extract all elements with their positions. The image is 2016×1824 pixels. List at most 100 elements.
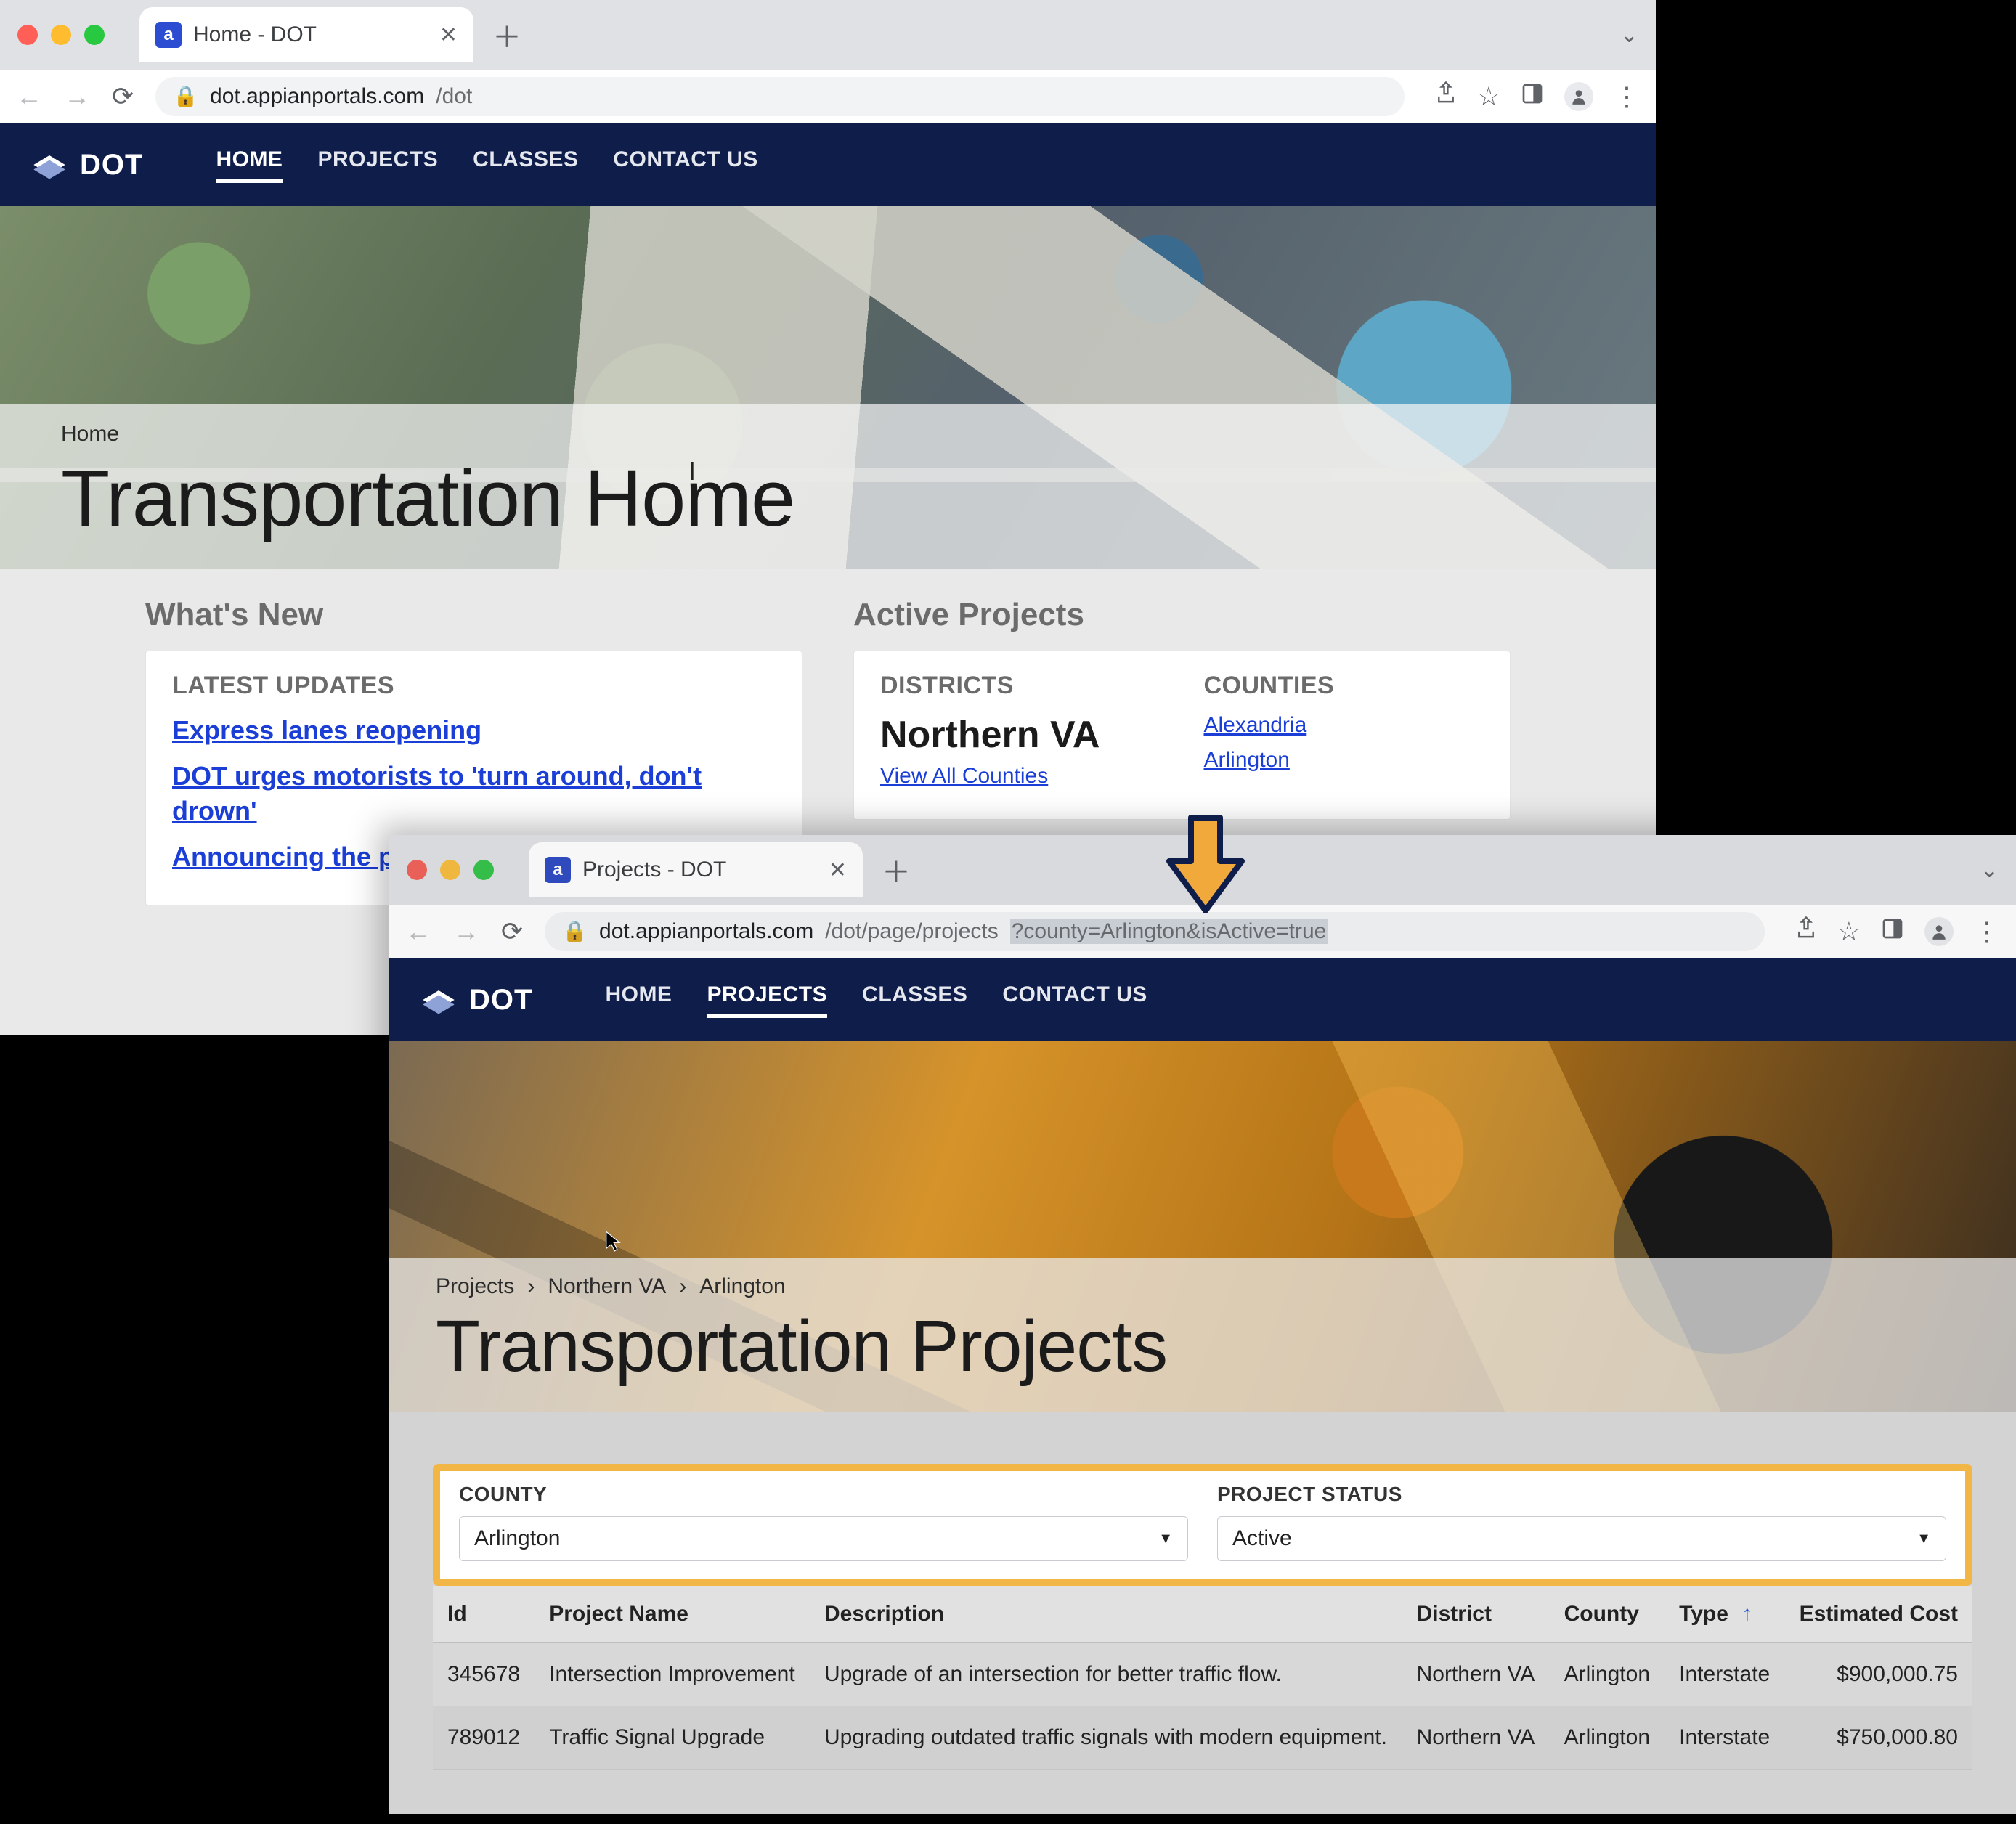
col-type[interactable]: Type ↑ bbox=[1665, 1586, 1784, 1643]
county-link[interactable]: Arlington bbox=[1204, 748, 1484, 773]
address-bar[interactable]: 🔒 dot.appianportals.com/dot/page/project… bbox=[545, 912, 1765, 951]
toolbar-actions: ☆ ⋮ bbox=[1435, 81, 1640, 112]
nav-projects[interactable]: PROJECTS bbox=[317, 147, 438, 183]
chevron-down-icon: ▼ bbox=[1917, 1531, 1931, 1547]
tab-strip: a Home - DOT ✕ ＋ ⌄ bbox=[0, 0, 1656, 70]
brand-text: DOT bbox=[80, 149, 143, 182]
window-close-icon[interactable] bbox=[17, 25, 38, 45]
kebab-menu-icon[interactable]: ⋮ bbox=[1614, 81, 1640, 112]
profile-avatar-icon[interactable] bbox=[1564, 82, 1593, 111]
table-row[interactable]: 345678 Intersection Improvement Upgrade … bbox=[433, 1643, 1972, 1706]
cell-type: Interstate bbox=[1665, 1706, 1784, 1770]
tab-overflow-icon[interactable]: ⌄ bbox=[1620, 23, 1638, 48]
site-brand[interactable]: DOT bbox=[31, 146, 143, 184]
cell-district: Northern VA bbox=[1402, 1706, 1550, 1770]
tab-close-icon[interactable]: ✕ bbox=[439, 23, 458, 48]
chevron-right-icon: › bbox=[679, 1274, 686, 1299]
side-panel-icon[interactable] bbox=[1881, 916, 1904, 947]
col-desc[interactable]: Description bbox=[810, 1586, 1402, 1643]
tab-title: Home - DOT bbox=[193, 23, 317, 47]
url-path: /dot bbox=[436, 84, 472, 109]
share-icon[interactable] bbox=[1435, 81, 1457, 112]
window-close-icon[interactable] bbox=[407, 860, 427, 880]
favicon-icon: a bbox=[545, 857, 571, 883]
districts-block: DISTRICTS Northern VA View All Counties bbox=[880, 672, 1161, 799]
county-link[interactable]: Alexandria bbox=[1204, 713, 1484, 738]
new-tab-button[interactable]: ＋ bbox=[882, 849, 911, 891]
kebab-menu-icon[interactable]: ⋮ bbox=[1974, 916, 2000, 947]
window-zoom-icon[interactable] bbox=[84, 25, 105, 45]
tab-close-icon[interactable]: ✕ bbox=[829, 858, 847, 883]
col-county[interactable]: County bbox=[1550, 1586, 1665, 1643]
col-id[interactable]: Id bbox=[433, 1586, 535, 1643]
window-minimize-icon[interactable] bbox=[440, 860, 460, 880]
brand-logo-icon bbox=[420, 981, 458, 1019]
lock-icon: 🔒 bbox=[562, 919, 588, 943]
url-host: dot.appianportals.com bbox=[210, 84, 424, 109]
site-navbar: DOT HOME PROJECTS CLASSES CONTACT US bbox=[389, 958, 2016, 1041]
counties-block: COUNTIES Alexandria Arlington bbox=[1204, 672, 1484, 799]
whats-new-heading: What's New bbox=[145, 597, 802, 633]
status-select[interactable]: Active ▼ bbox=[1217, 1516, 1946, 1561]
hero-banner: Projects › Northern VA › Arlington Trans… bbox=[389, 1041, 2016, 1412]
nav-back-icon[interactable]: ← bbox=[16, 81, 42, 112]
col-type-label: Type bbox=[1679, 1602, 1728, 1626]
county-filter-label: COUNTY bbox=[459, 1483, 1188, 1506]
profile-avatar-icon[interactable] bbox=[1924, 917, 1954, 946]
cell-name: Intersection Improvement bbox=[535, 1643, 810, 1706]
breadcrumb-item[interactable]: Arlington bbox=[699, 1274, 785, 1299]
col-name[interactable]: Project Name bbox=[535, 1586, 810, 1643]
nav-back-icon[interactable]: ← bbox=[405, 916, 431, 947]
update-link[interactable]: DOT urges motorists to 'turn around, don… bbox=[172, 759, 776, 829]
projects-table: Id Project Name Description District Cou… bbox=[433, 1586, 1972, 1770]
nav-forward-icon[interactable]: → bbox=[64, 81, 90, 112]
breadcrumb: Projects › Northern VA › Arlington bbox=[436, 1274, 1970, 1299]
window-minimize-icon[interactable] bbox=[51, 25, 71, 45]
bookmark-star-icon[interactable]: ☆ bbox=[1837, 916, 1861, 947]
hero-overlay: Projects › Northern VA › Arlington Trans… bbox=[389, 1258, 2016, 1412]
toolbar-actions: ☆ ⋮ bbox=[1795, 916, 2000, 947]
nav-contact[interactable]: CONTACT US bbox=[613, 147, 757, 183]
filter-panel: COUNTY Arlington ▼ PROJECT STATUS Active… bbox=[433, 1464, 1972, 1586]
col-district[interactable]: District bbox=[1402, 1586, 1550, 1643]
nav-home[interactable]: HOME bbox=[216, 147, 283, 183]
nav-home[interactable]: HOME bbox=[605, 982, 672, 1018]
bookmark-star-icon[interactable]: ☆ bbox=[1477, 81, 1500, 112]
table-row[interactable]: 789012 Traffic Signal Upgrade Upgrading … bbox=[433, 1706, 1972, 1770]
share-icon[interactable] bbox=[1795, 916, 1817, 947]
active-projects-heading: Active Projects bbox=[853, 597, 1511, 633]
nav-classes[interactable]: CLASSES bbox=[473, 147, 578, 183]
cell-cost: $900,000.75 bbox=[1784, 1643, 1972, 1706]
lock-icon: 🔒 bbox=[173, 84, 198, 108]
nav-contact[interactable]: CONTACT US bbox=[1002, 982, 1147, 1018]
cell-district: Northern VA bbox=[1402, 1643, 1550, 1706]
projects-content: COUNTY Arlington ▼ PROJECT STATUS Active… bbox=[389, 1412, 2016, 1814]
update-link[interactable]: Express lanes reopening bbox=[172, 713, 776, 749]
nav-links: HOME PROJECTS CLASSES CONTACT US bbox=[605, 982, 1147, 1018]
reload-icon[interactable]: ⟳ bbox=[112, 81, 134, 112]
browser-tab-home[interactable]: a Home - DOT ✕ bbox=[139, 7, 473, 62]
address-bar[interactable]: 🔒 dot.appianportals.com/dot bbox=[155, 77, 1405, 116]
site-brand[interactable]: DOT bbox=[420, 981, 532, 1019]
tab-overflow-icon[interactable]: ⌄ bbox=[1980, 858, 1999, 883]
brand-logo-icon bbox=[31, 146, 68, 184]
nav-classes[interactable]: CLASSES bbox=[862, 982, 967, 1018]
window-controls bbox=[407, 860, 494, 880]
cell-type: Interstate bbox=[1665, 1643, 1784, 1706]
reload-icon[interactable]: ⟳ bbox=[501, 916, 523, 947]
new-tab-button[interactable]: ＋ bbox=[492, 14, 521, 56]
breadcrumb-item[interactable]: Projects bbox=[436, 1274, 514, 1299]
cell-desc: Upgrading outdated traffic signals with … bbox=[810, 1706, 1402, 1770]
nav-projects[interactable]: PROJECTS bbox=[707, 982, 827, 1018]
window-zoom-icon[interactable] bbox=[473, 860, 494, 880]
breadcrumb-item[interactable]: Northern VA bbox=[548, 1274, 666, 1299]
side-panel-icon[interactable] bbox=[1521, 81, 1544, 112]
county-select[interactable]: Arlington ▼ bbox=[459, 1516, 1188, 1561]
col-cost[interactable]: Estimated Cost bbox=[1784, 1586, 1972, 1643]
view-all-counties-link[interactable]: View All Counties bbox=[880, 764, 1161, 789]
browser-tab-projects[interactable]: a Projects - DOT ✕ bbox=[529, 842, 863, 897]
nav-forward-icon[interactable]: → bbox=[453, 916, 479, 947]
breadcrumb[interactable]: Home bbox=[61, 422, 1595, 447]
county-filter: COUNTY Arlington ▼ bbox=[459, 1483, 1188, 1561]
cell-cost: $750,000.80 bbox=[1784, 1706, 1972, 1770]
